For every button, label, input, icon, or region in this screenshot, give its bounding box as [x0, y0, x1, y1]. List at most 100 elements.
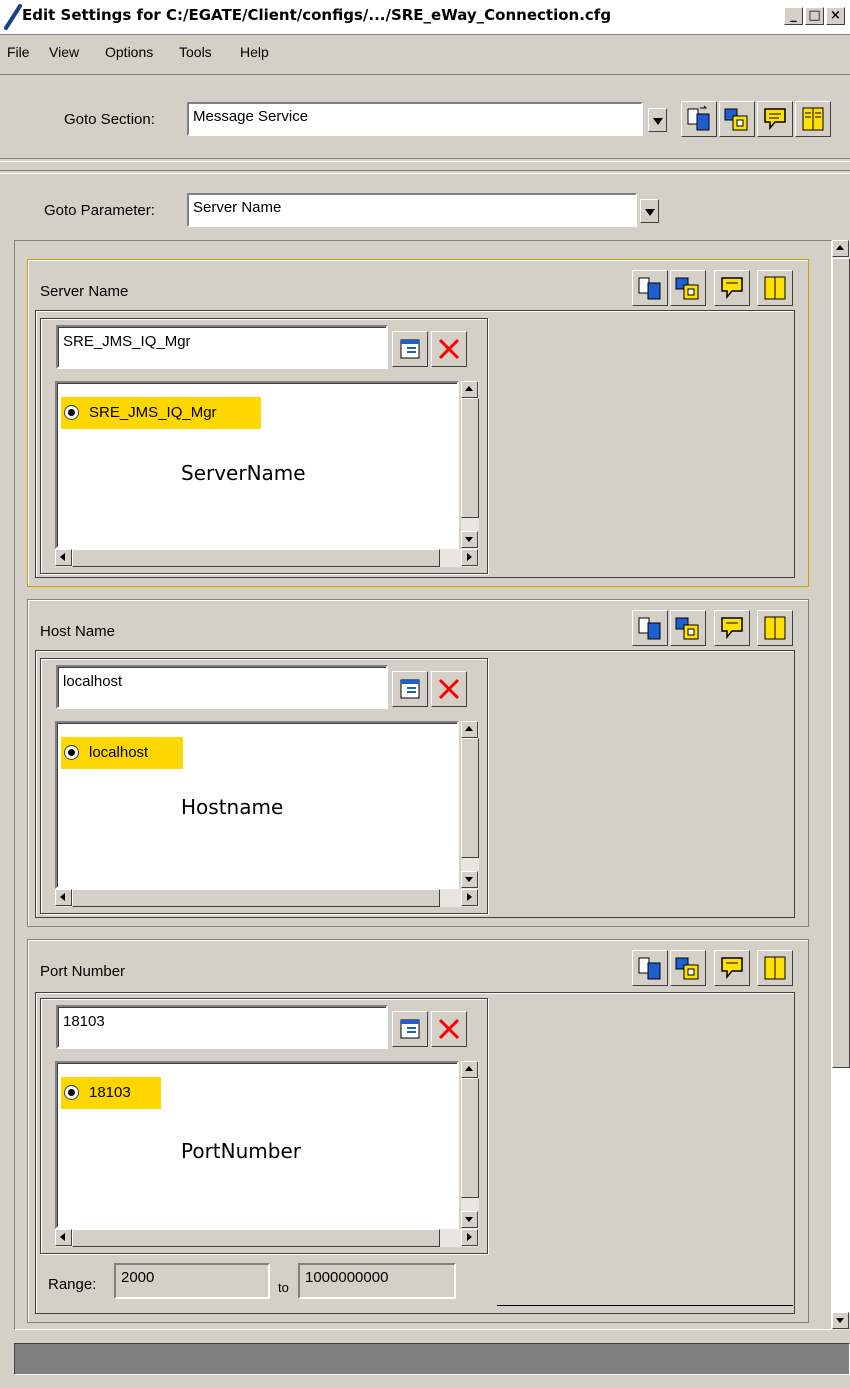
help-book-icon: [764, 276, 786, 300]
list-caption: Hostname: [181, 795, 284, 819]
list-option-selected[interactable]: localhost: [61, 737, 183, 769]
comment-button[interactable]: [714, 270, 750, 306]
help-book-icon: [802, 107, 824, 131]
scroll-up-button[interactable]: [461, 381, 478, 398]
add-value-button[interactable]: [392, 671, 428, 707]
add-value-button[interactable]: [392, 331, 428, 367]
values-list[interactable]: 18103 PortNumber: [55, 1061, 459, 1229]
menu-help[interactable]: Help: [240, 44, 269, 60]
paste-button[interactable]: [670, 270, 706, 306]
help-book-button[interactable]: [757, 270, 793, 306]
list-add-icon: [400, 339, 420, 359]
paste-button[interactable]: [670, 610, 706, 646]
scroll-thumb[interactable]: [461, 1078, 479, 1198]
range-label: Range:: [48, 1276, 97, 1293]
scroll-thumb[interactable]: [72, 549, 440, 567]
help-book-icon: [764, 956, 786, 980]
maximize-button[interactable]: □: [805, 7, 824, 25]
status-bar: [14, 1343, 850, 1375]
scroll-up-button[interactable]: [832, 240, 849, 257]
paste-button[interactable]: [670, 950, 706, 986]
goto-section-label: Goto Section:: [64, 111, 155, 128]
add-value-button[interactable]: [392, 1011, 428, 1047]
list-vertical-scrollbar[interactable]: [461, 381, 479, 549]
paste-icon: [724, 108, 748, 131]
copy-default-button[interactable]: [632, 610, 668, 646]
delete-value-button[interactable]: [431, 671, 467, 707]
paste-icon: [675, 617, 699, 640]
help-book-button[interactable]: [795, 101, 831, 137]
scroll-down-button[interactable]: [461, 871, 478, 888]
delete-x-icon: [438, 338, 460, 360]
scroll-right-button[interactable]: [461, 889, 478, 906]
help-book-button[interactable]: [757, 610, 793, 646]
menu-view[interactable]: View: [49, 44, 79, 60]
app-logo-icon: [4, 4, 22, 30]
menu-file[interactable]: File: [7, 44, 30, 60]
scroll-right-button[interactable]: [461, 1229, 478, 1246]
paste-button[interactable]: [719, 101, 755, 137]
option-label: 18103: [89, 1084, 131, 1101]
value-input[interactable]: localhost: [56, 665, 388, 709]
scroll-thumb[interactable]: [461, 738, 479, 858]
copy-default-button[interactable]: [632, 270, 668, 306]
list-horizontal-scrollbar[interactable]: [55, 889, 479, 907]
value-input[interactable]: SRE_JMS_IQ_Mgr: [56, 325, 388, 369]
goto-section-combo[interactable]: Message Service: [187, 102, 643, 136]
scroll-down-button[interactable]: [461, 1211, 478, 1228]
copy-default-button[interactable]: [681, 101, 717, 137]
radio-selected-icon: [64, 745, 79, 760]
comment-button[interactable]: [714, 950, 750, 986]
comment-icon: [721, 957, 743, 980]
goto-parameter-combo[interactable]: Server Name: [187, 193, 637, 227]
scroll-track[interactable]: [832, 1068, 850, 1312]
scroll-left-button[interactable]: [55, 1229, 72, 1246]
minimize-button[interactable]: _: [784, 7, 803, 25]
scroll-left-button[interactable]: [55, 549, 72, 566]
values-list[interactable]: SRE_JMS_IQ_Mgr ServerName: [55, 381, 459, 549]
copy-default-icon: [687, 105, 710, 131]
scroll-left-button[interactable]: [55, 889, 72, 906]
comment-button[interactable]: [714, 610, 750, 646]
title-bar: Edit Settings for C:/EGATE/Client/config…: [0, 0, 850, 35]
list-horizontal-scrollbar[interactable]: [55, 549, 479, 567]
menu-tools[interactable]: Tools: [179, 44, 212, 60]
goto-section-value: Message Service: [193, 108, 309, 125]
scroll-thumb[interactable]: [461, 398, 479, 518]
list-vertical-scrollbar[interactable]: [461, 1061, 479, 1229]
values-list[interactable]: localhost Hostname: [55, 721, 459, 889]
list-vertical-scrollbar[interactable]: [461, 721, 479, 889]
radio-selected-icon: [64, 405, 79, 420]
value-input[interactable]: 18103: [56, 1005, 388, 1049]
delete-value-button[interactable]: [431, 1011, 467, 1047]
scroll-down-button[interactable]: [461, 531, 478, 548]
copy-default-icon: [638, 277, 661, 300]
list-option-selected[interactable]: SRE_JMS_IQ_Mgr: [61, 397, 261, 429]
close-button[interactable]: ×: [826, 7, 845, 25]
list-horizontal-scrollbar[interactable]: [55, 1229, 479, 1247]
option-label: SRE_JMS_IQ_Mgr: [89, 404, 217, 421]
scroll-thumb[interactable]: [72, 1229, 440, 1247]
copy-default-button[interactable]: [632, 950, 668, 986]
scroll-thumb[interactable]: [832, 258, 850, 1068]
scroll-up-button[interactable]: [461, 721, 478, 738]
delete-value-button[interactable]: [431, 331, 467, 367]
goto-section-dropdown-button[interactable]: [648, 108, 667, 132]
goto-parameter-value: Server Name: [193, 199, 282, 216]
goto-parameter-dropdown-button[interactable]: [640, 199, 659, 223]
radio-selected-icon: [64, 1085, 79, 1100]
list-option-selected[interactable]: 18103: [61, 1077, 161, 1109]
scroll-thumb[interactable]: [72, 889, 440, 907]
comment-icon: [721, 617, 743, 640]
comment-button[interactable]: [757, 101, 793, 137]
scroll-right-button[interactable]: [461, 549, 478, 566]
help-book-button[interactable]: [757, 950, 793, 986]
scroll-down-button[interactable]: [832, 1312, 849, 1329]
divider: [497, 1305, 793, 1306]
parameter-title: Port Number: [40, 963, 126, 980]
scroll-up-button[interactable]: [461, 1061, 478, 1078]
main-vertical-scrollbar[interactable]: [832, 240, 850, 1330]
divider: [0, 158, 850, 162]
delete-x-icon: [438, 678, 460, 700]
menu-options[interactable]: Options: [105, 44, 153, 60]
